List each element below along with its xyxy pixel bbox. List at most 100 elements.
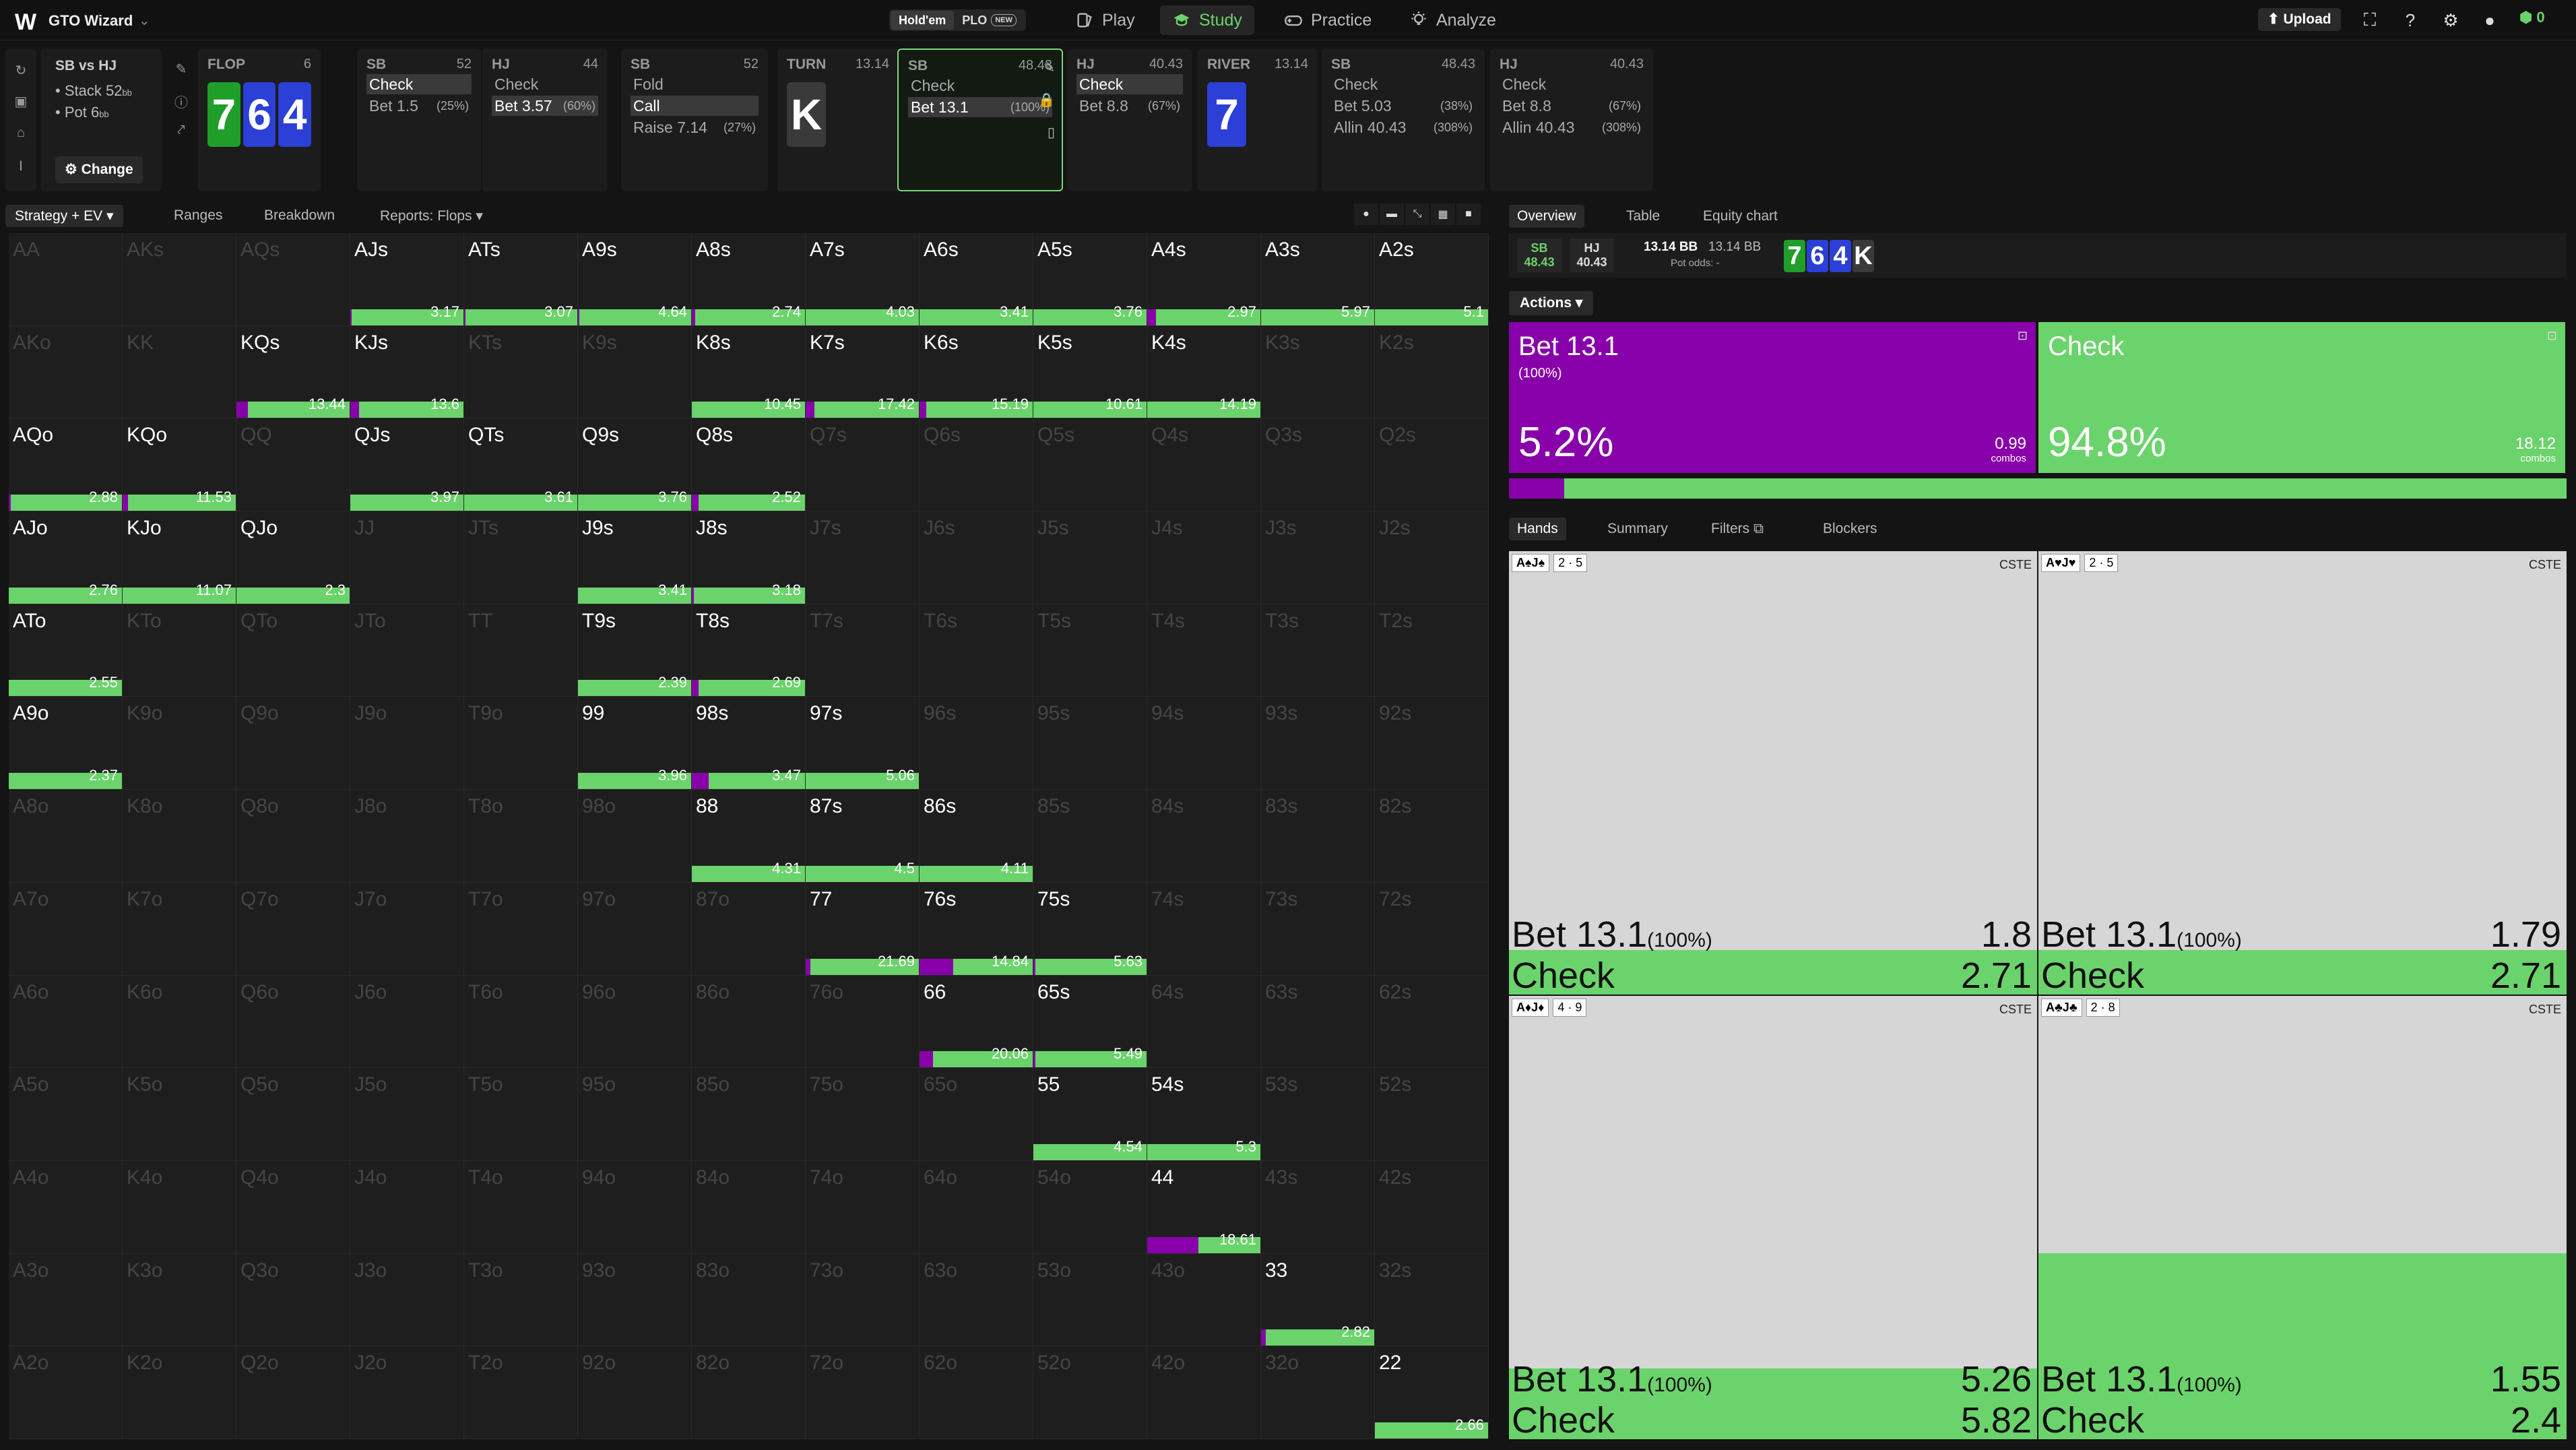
hand-cell-A6s[interactable]: A6s 3.41 (920, 233, 1033, 326)
hand-cell-84o[interactable]: 84o (692, 1160, 806, 1254)
tree-action[interactable]: Check (908, 75, 1052, 96)
hand-cell-AJo[interactable]: AJo 2.76 (9, 511, 123, 604)
wallet-balance[interactable]: ⬢ 0 (2519, 9, 2545, 26)
hand-cell-T2o[interactable]: T2o (464, 1346, 578, 1439)
tree-card-hj[interactable]: HJ 40.43 Check Bet 8.8 (67%) (1067, 49, 1192, 191)
hand-cell-K3o[interactable]: K3o (123, 1253, 236, 1347)
hand-cell-K9s[interactable]: K9s (578, 325, 692, 419)
hand-cell-A6o[interactable]: A6o (9, 975, 123, 1069)
hand-cell-A3o[interactable]: A3o (9, 1253, 123, 1347)
hand-cell-98o[interactable]: 98o (578, 790, 692, 883)
tree-card-hj[interactable]: HJ 44 Check Bet 3.57 (60%) (482, 49, 608, 191)
hand-cell-74o[interactable]: 74o (806, 1160, 920, 1254)
hand-cell-J8o[interactable]: J8o (350, 790, 464, 883)
hand-cell-K8s[interactable]: K8s 10.45 (692, 325, 806, 419)
hand-cell-94s[interactable]: 94s (1147, 697, 1261, 790)
tree-action[interactable]: Check (366, 74, 472, 94)
save-icon[interactable]: ▣ (12, 93, 30, 111)
hand-cell-K7s[interactable]: K7s 17.42 (806, 325, 920, 419)
hand-cell-A4o[interactable]: A4o (9, 1160, 123, 1254)
hand-cell-AQo[interactable]: AQo 2.88 (9, 418, 123, 512)
hand-cell-A8s[interactable]: A8s 2.74 (692, 233, 806, 326)
tree-card-hj[interactable]: HJ 40.43 Check Bet 8.8 (67%) Allin 40.43 (308%… (1490, 49, 1653, 191)
hand-cell-Q7s[interactable]: Q7s (806, 418, 920, 512)
hand-cell-32s[interactable]: 32s (1375, 1253, 1489, 1347)
hand-combo-cell[interactable]: A♠J♠ 2 · 5 CSTE Bet 13.1(100%) 1.8 Check 2.71 (1509, 551, 2037, 995)
hand-cell-A2o[interactable]: A2o (9, 1346, 123, 1439)
hand-cell-84s[interactable]: 84s (1147, 790, 1261, 883)
hand-cell-J9s[interactable]: J9s 3.41 (578, 511, 692, 604)
tree-action[interactable]: Bet 13.1 (100%) (908, 97, 1052, 117)
hand-cell-52o[interactable]: 52o (1033, 1346, 1147, 1439)
hand-cell-22[interactable]: 22 2.66 (1375, 1346, 1489, 1439)
hand-cell-92s[interactable]: 92s (1375, 697, 1489, 790)
hand-cell-94o[interactable]: 94o (578, 1160, 692, 1254)
hand-cell-85o[interactable]: 85o (692, 1068, 806, 1161)
hand-cell-99[interactable]: 99 3.96 (578, 697, 692, 790)
hand-cell-63o[interactable]: 63o (920, 1253, 1033, 1347)
hand-cell-J5s[interactable]: J5s (1033, 511, 1147, 604)
action-block-bet-13-1[interactable]: Bet 13.1 (100%) 5.2% 0.99 combos ⊡ (1509, 322, 2036, 473)
nav-analyze[interactable]: Analyze (1397, 5, 1508, 35)
change-button[interactable]: ⚙ Change (55, 156, 143, 183)
hand-cell-J2s[interactable]: J2s (1375, 511, 1489, 604)
hand-cell-82o[interactable]: 82o (692, 1346, 806, 1439)
hand-cell-88[interactable]: 88 4.31 (692, 790, 806, 883)
hand-cell-ATo[interactable]: ATo 2.55 (9, 604, 123, 697)
hand-cell-A5o[interactable]: A5o (9, 1068, 123, 1161)
hand-cell-85s[interactable]: 85s (1033, 790, 1147, 883)
tree-action[interactable]: Bet 5.03 (38%) (1331, 96, 1475, 116)
view-compress-icon[interactable]: ⤡ (1405, 203, 1429, 225)
hand-cell-66[interactable]: 66 20.06 (920, 975, 1033, 1069)
hand-cell-J8s[interactable]: J8s 3.18 (692, 511, 806, 604)
hand-cell-T4o[interactable]: T4o (464, 1160, 578, 1254)
hand-cell-J6o[interactable]: J6o (350, 975, 464, 1069)
hand-cell-QJs[interactable]: QJs 3.97 (350, 418, 464, 512)
expand-icon[interactable]: ⊡ (2018, 329, 2028, 343)
hand-cell-74s[interactable]: 74s (1147, 882, 1261, 976)
hand-cell-33[interactable]: 33 2.82 (1261, 1253, 1375, 1347)
hand-cell-62o[interactable]: 62o (920, 1346, 1033, 1439)
hand-cell-32o[interactable]: 32o (1261, 1346, 1375, 1439)
logo[interactable]: W (15, 9, 36, 36)
hand-cell-A2s[interactable]: A2s 5.1 (1375, 233, 1489, 326)
tree-action[interactable]: Raise 7.14 (27%) (631, 117, 759, 137)
hand-cell-KTo[interactable]: KTo (123, 604, 236, 697)
expand-icon[interactable]: ⊡ (2547, 329, 2557, 343)
hand-cell-K4o[interactable]: K4o (123, 1160, 236, 1254)
tree-action[interactable]: Bet 8.8 (67%) (1500, 96, 1644, 116)
hand-cell-86s[interactable]: 86s 4.11 (920, 790, 1033, 883)
hand-cell-Q8s[interactable]: Q8s 2.52 (692, 418, 806, 512)
tree-action[interactable]: Call (631, 96, 759, 116)
hand-cell-J7o[interactable]: J7o (350, 882, 464, 976)
tree-card-sb[interactable]: SB 48.43 Check Bet 5.03 (38%) Allin 40.43 (308… (1322, 49, 1485, 191)
hand-cell-JJ[interactable]: JJ (350, 511, 464, 604)
hand-cell-K8o[interactable]: K8o (123, 790, 236, 883)
hand-cell-A5s[interactable]: A5s 3.76 (1033, 233, 1147, 326)
hand-cell-A9s[interactable]: A9s 4.64 (578, 233, 692, 326)
tree-action[interactable]: Fold (631, 74, 759, 94)
view-full-icon[interactable]: ■ (1456, 203, 1481, 225)
hand-cell-93o[interactable]: 93o (578, 1253, 692, 1347)
hand-cell-J4s[interactable]: J4s (1147, 511, 1261, 604)
hand-cell-Q3s[interactable]: Q3s (1261, 418, 1375, 512)
hand-cell-T7s[interactable]: T7s (806, 604, 920, 697)
hand-combo-cell[interactable]: A♥J♥ 2 · 5 CSTE Bet 13.1(100%) 1.79 Check 2.71 (2038, 551, 2567, 995)
hand-cell-A3s[interactable]: A3s 5.97 (1261, 233, 1375, 326)
lock-icon[interactable]: 🔒 (1038, 92, 1055, 108)
hand-cell-44[interactable]: 44 18.61 (1147, 1160, 1261, 1254)
tree-action[interactable]: Allin 40.43 (308%) (1500, 117, 1644, 137)
hand-cell-QTs[interactable]: QTs 3.61 (464, 418, 578, 512)
hand-cell-ATs[interactable]: ATs 3.07 (464, 233, 578, 326)
hand-cell-97s[interactable]: 97s 5.06 (806, 697, 920, 790)
hand-cell-KTs[interactable]: KTs (464, 325, 578, 419)
hand-cell-T8o[interactable]: T8o (464, 790, 578, 883)
hand-cell-83o[interactable]: 83o (692, 1253, 806, 1347)
hand-cell-T3o[interactable]: T3o (464, 1253, 578, 1347)
account-icon[interactable]: ● (2478, 8, 2502, 32)
hand-cell-QTo[interactable]: QTo (236, 604, 350, 697)
tab-strategy-ev[interactable]: Strategy + EV ▾ (5, 205, 123, 227)
hand-cell-87o[interactable]: 87o (692, 882, 806, 976)
hand-cell-J4o[interactable]: J4o (350, 1160, 464, 1254)
hand-cell-82s[interactable]: 82s (1375, 790, 1489, 883)
